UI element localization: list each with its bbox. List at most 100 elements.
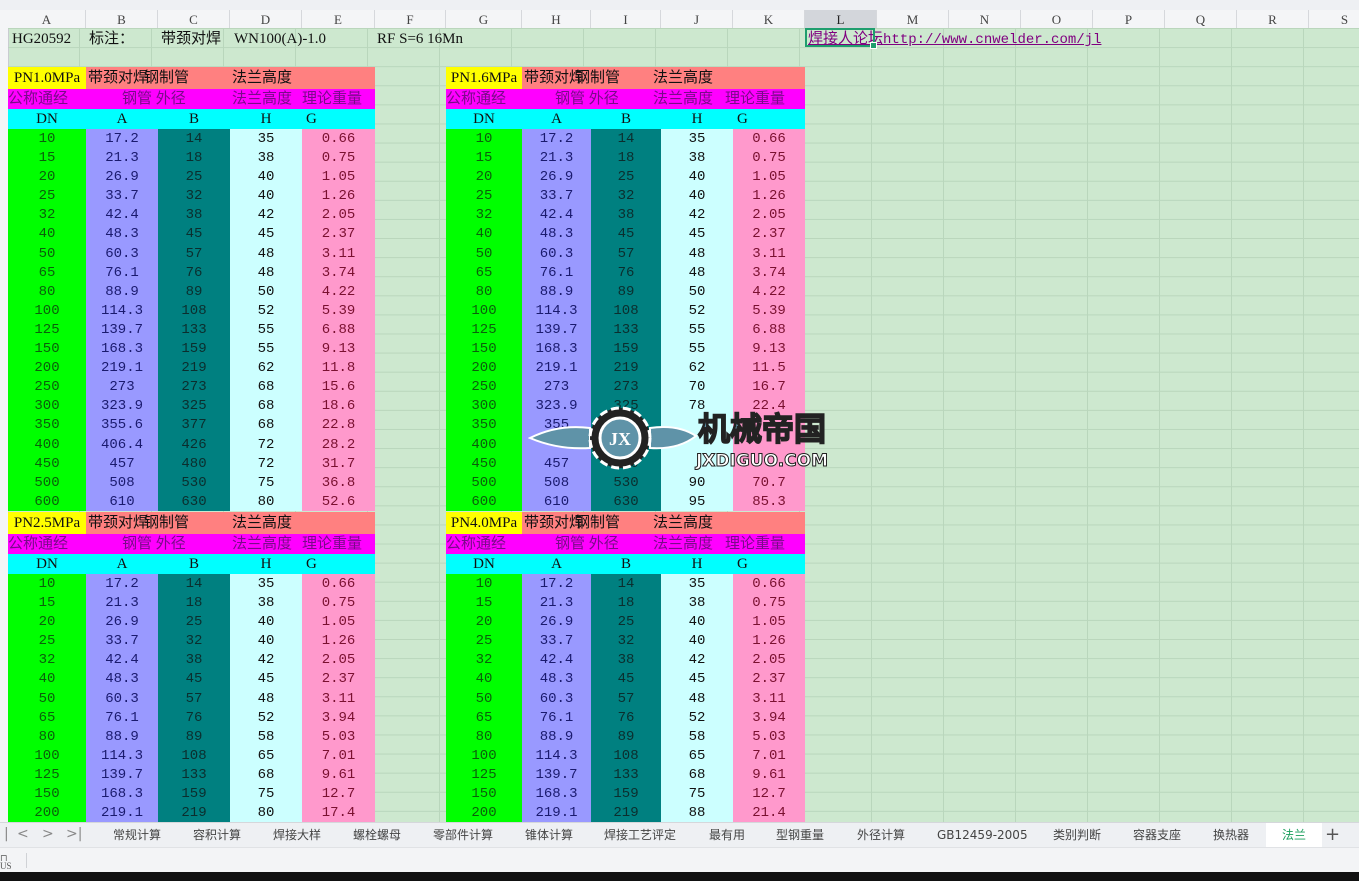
cell[interactable]: 42 [661,205,733,225]
column-header-p[interactable]: P [1093,10,1165,28]
cell[interactable]: 60.3 [86,688,158,708]
cell[interactable]: 355.6 [86,415,158,435]
cell[interactable]: 273 [522,377,591,397]
cell-b1[interactable]: 标注： [89,28,134,48]
height-title-label[interactable]: 法兰高度 [232,512,292,534]
cell[interactable]: 68 [661,764,733,785]
cell[interactable]: 2.37 [302,224,375,244]
sheet-tab[interactable]: 容积计算 [193,823,241,848]
cell[interactable]: 530 [591,472,661,492]
cell-f1[interactable]: RF S=6 16Mn [377,28,463,48]
cell[interactable]: 48.3 [522,224,591,244]
cell[interactable]: 325 [158,396,230,416]
cell[interactable]: 9.13 [733,339,805,359]
pressure-label[interactable]: PN4.0MPa [446,512,522,534]
cell[interactable]: 35 [661,129,733,149]
cell[interactable]: 139.7 [522,319,591,340]
cell[interactable]: 6.88 [302,319,375,340]
cell[interactable]: 219 [591,803,661,823]
cell[interactable]: 75 [661,784,733,804]
cell[interactable]: 9.61 [302,764,375,785]
cell[interactable]: 76.1 [86,262,158,282]
cell[interactable]: 9.13 [302,339,375,359]
flange-type-label[interactable]: 带颈对焊 [88,512,148,534]
cell[interactable]: 400 [8,434,86,454]
cell[interactable]: 45 [661,669,733,689]
cell[interactable]: 33.7 [86,631,158,651]
cell[interactable]: 42 [230,205,302,225]
cell[interactable]: 80 [8,726,86,746]
cell[interactable]: 48.3 [522,669,591,689]
cell[interactable]: 11.8 [302,358,375,378]
cell[interactable]: 2.05 [733,650,805,670]
cell[interactable]: 50 [230,281,302,301]
cell[interactable]: 5.39 [302,300,375,320]
cell[interactable]: 406.4 [86,434,158,454]
column-label-dn[interactable]: DN [8,554,86,574]
cell[interactable]: 15 [8,148,86,168]
cell[interactable]: 38 [158,205,230,225]
cell[interactable]: 45 [230,669,302,689]
first-sheet-icon[interactable]: | [4,826,9,842]
cell[interactable]: 65 [446,707,522,727]
cell[interactable]: 48.3 [86,224,158,244]
selected-cell-l1[interactable] [805,28,877,49]
cell[interactable]: 114.3 [86,745,158,765]
cell[interactable]: 52 [661,300,733,320]
column-header-c[interactable]: C [158,10,230,28]
cell[interactable]: 26.9 [86,612,158,632]
sheet-tab[interactable]: 焊接大样 [273,823,321,848]
cell[interactable]: 35 [230,129,302,149]
cell[interactable]: 48.3 [86,669,158,689]
cell[interactable]: 15.6 [302,377,375,397]
cell[interactable]: 21.3 [522,148,591,168]
cell[interactable]: 508 [522,472,591,492]
cell[interactable]: 100 [8,300,86,320]
cell[interactable]: 150 [446,784,522,804]
cell[interactable]: 200 [8,803,86,823]
cell[interactable]: 25 [158,167,230,187]
cell[interactable]: 200 [446,358,522,378]
column-label-a[interactable]: A [522,554,591,574]
cell[interactable]: 38 [230,593,302,613]
cell[interactable]: 0.75 [302,593,375,613]
cell[interactable]: 630 [591,491,661,511]
cell[interactable]: 80 [230,803,302,823]
cell[interactable]: 350 [446,415,522,435]
cell[interactable]: 95 [661,491,733,511]
cell[interactable]: 7.01 [302,745,375,765]
cell[interactable]: 21.4 [733,803,805,823]
column-label-dn[interactable]: DN [446,109,522,129]
cell[interactable]: 36.8 [302,472,375,492]
cell[interactable]: 32 [8,650,86,670]
cell[interactable]: 40 [230,631,302,651]
cell[interactable]: 15 [8,593,86,613]
cell[interactable]: 159 [591,339,661,359]
cell[interactable]: 1.26 [733,631,805,651]
cell[interactable]: 150 [446,339,522,359]
column-header-g[interactable]: G [446,10,522,28]
cell[interactable]: 48 [661,262,733,282]
cell[interactable]: 168.3 [86,784,158,804]
cell[interactable]: 50 [8,243,86,263]
cell[interactable]: 168.3 [522,784,591,804]
nominal-diameter-header[interactable]: 公称通经 [446,89,506,109]
cell[interactable]: 68 [230,764,302,785]
cell[interactable]: 125 [8,319,86,340]
cell[interactable]: 48 [661,243,733,263]
cell[interactable]: 219.1 [86,358,158,378]
cell[interactable]: 32 [158,186,230,206]
cell[interactable]: 0.66 [302,129,375,149]
cell[interactable]: 273 [591,377,661,397]
sheet-tab[interactable]: 最有用 [709,823,745,848]
column-label-h[interactable]: H [661,554,733,574]
cell[interactable]: 168.3 [86,339,158,359]
column-label-g[interactable]: G [302,554,375,574]
cell[interactable]: 114.3 [86,300,158,320]
flange-height-header[interactable]: 法兰高度 [232,534,292,554]
cell[interactable]: 2.05 [733,205,805,225]
column-header-o[interactable]: O [1021,10,1093,28]
cell[interactable]: 1.05 [302,612,375,632]
cell[interactable]: 10 [446,129,522,149]
cell[interactable]: 76.1 [522,262,591,282]
